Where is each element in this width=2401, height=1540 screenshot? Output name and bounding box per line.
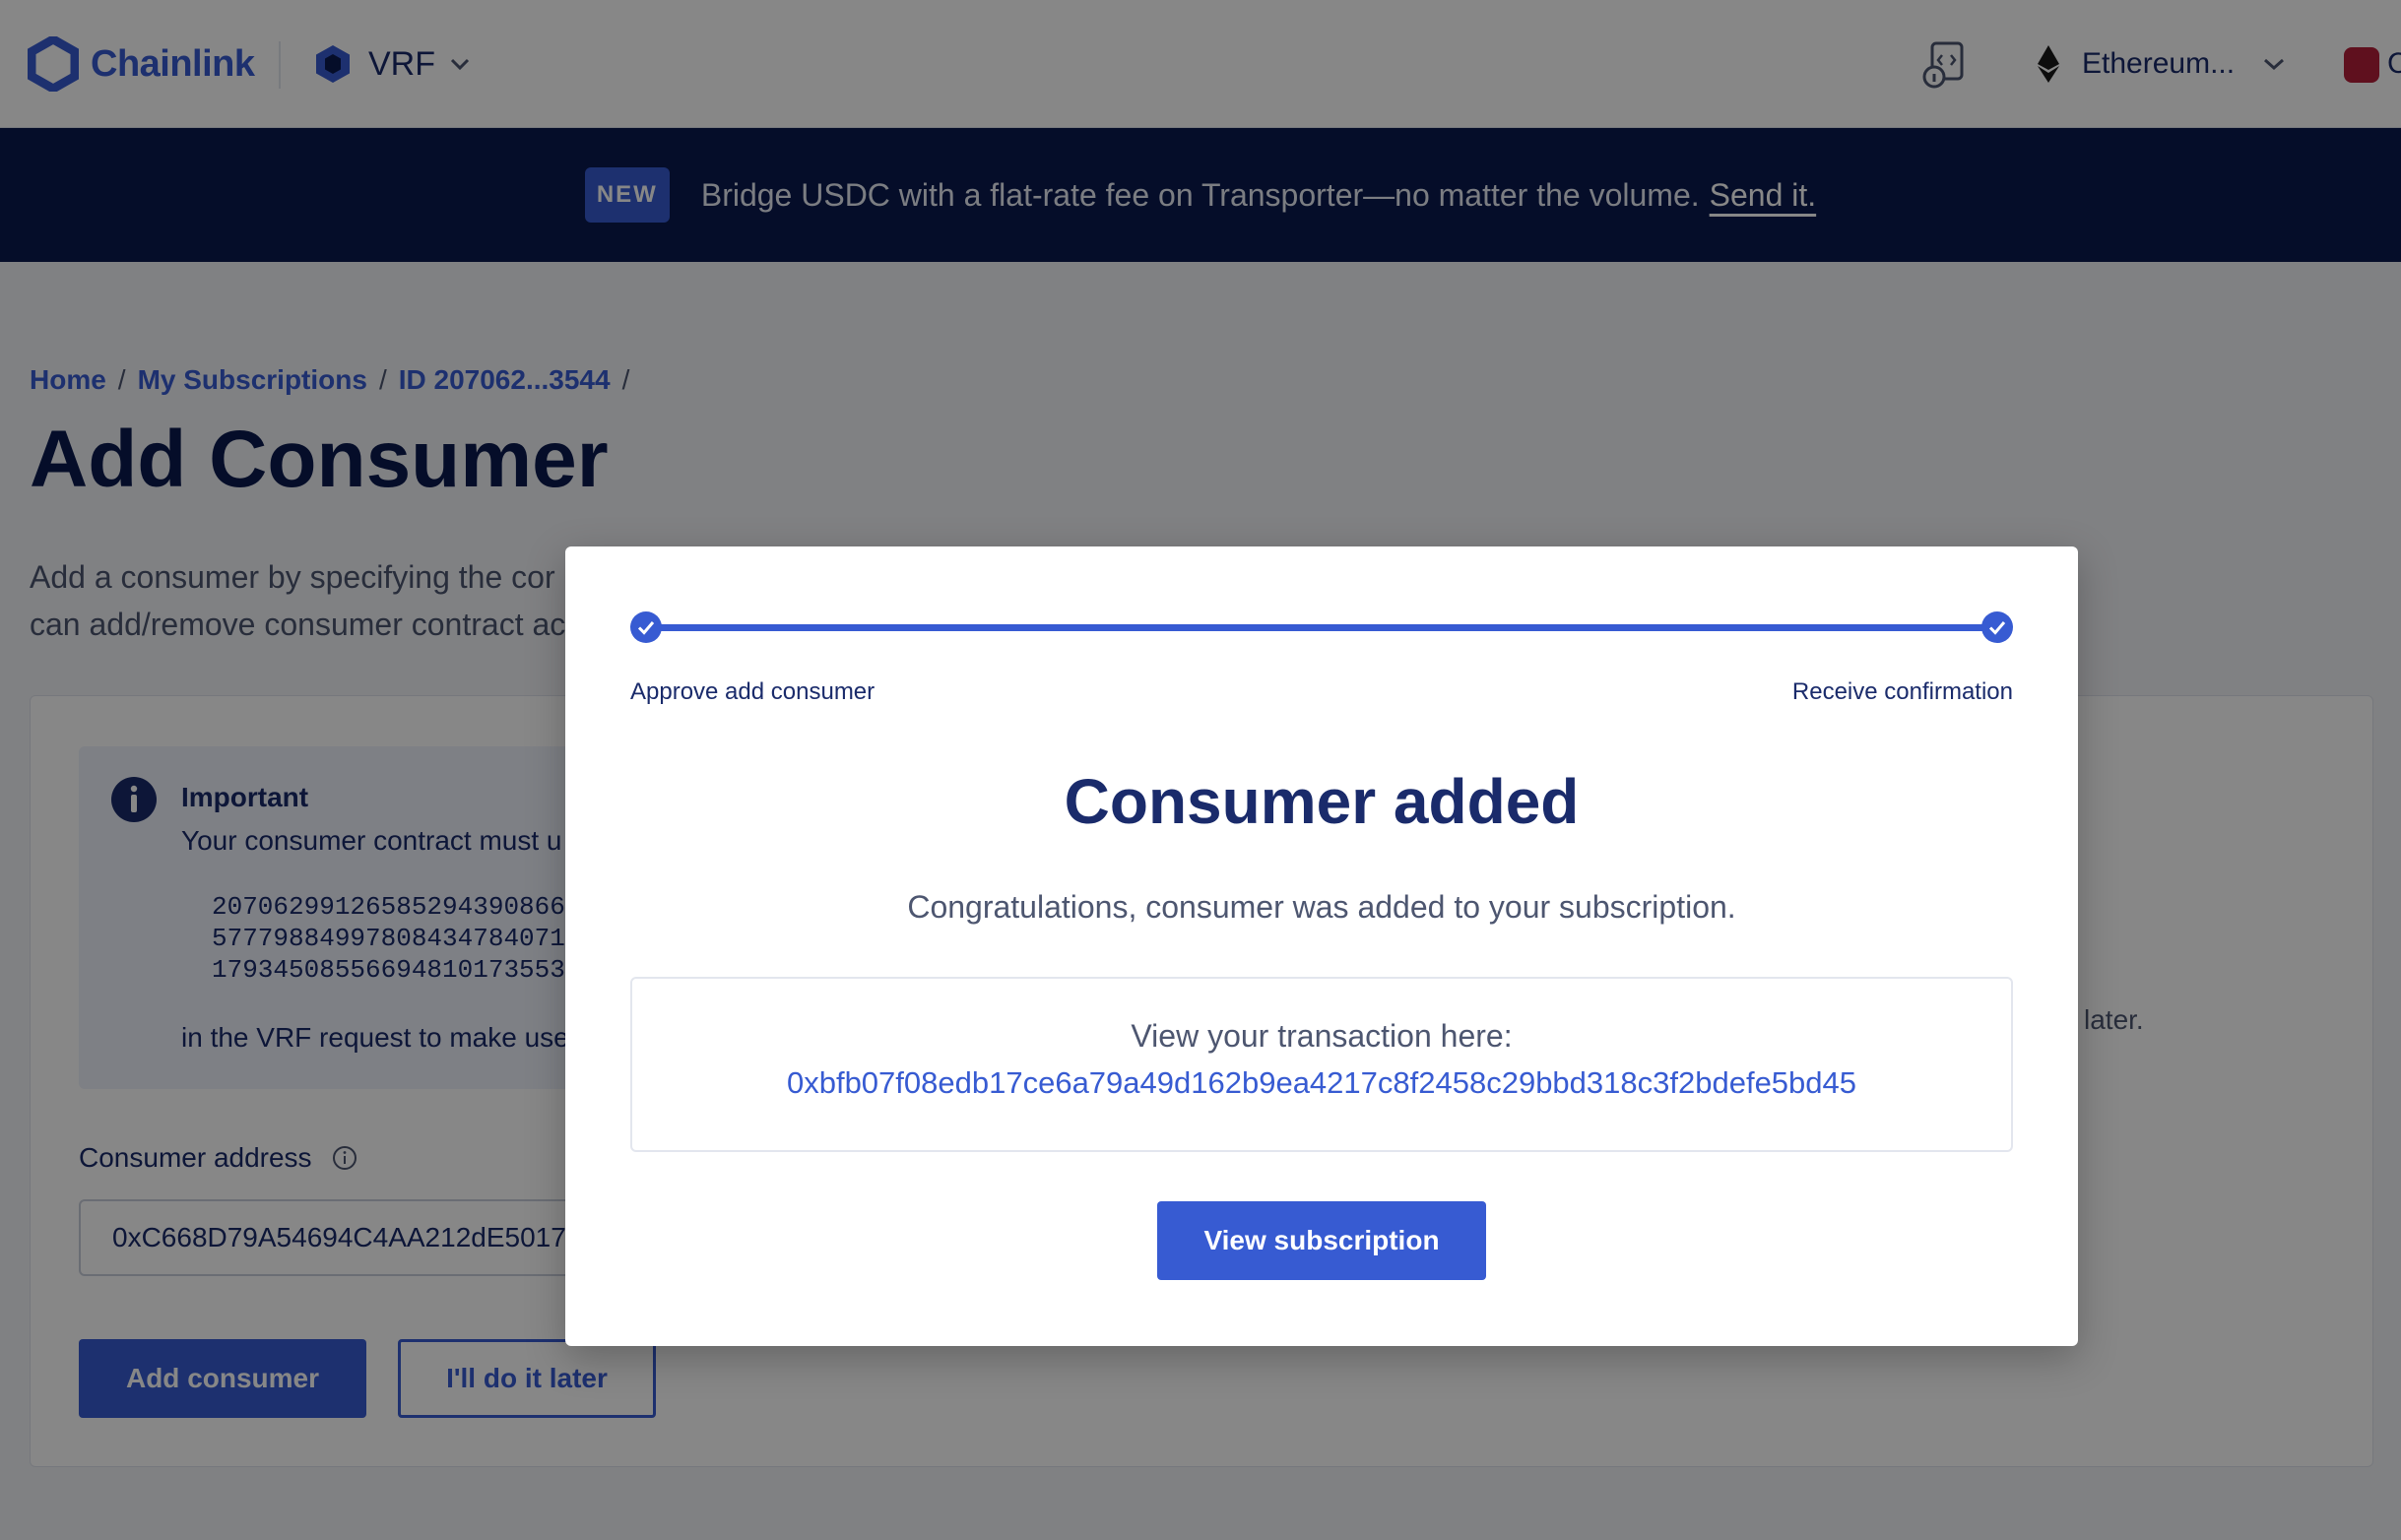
transaction-hash-link[interactable]: 0xbfb07f08edb17ce6a79a49d162b9ea4217c8f2… xyxy=(632,1065,2011,1101)
transaction-label: View your transaction here: xyxy=(1131,1018,1513,1054)
progress-track xyxy=(646,624,1997,631)
step-complete-icon xyxy=(1981,611,2013,643)
step-complete-icon xyxy=(630,611,662,643)
step-label-approve: Approve add consumer xyxy=(630,678,876,705)
view-subscription-button[interactable]: View subscription xyxy=(1157,1201,1486,1280)
transaction-box: View your transaction here: 0xbfb07f08ed… xyxy=(630,977,2013,1152)
dialog-title: Consumer added xyxy=(1064,766,1580,837)
checkmark-icon xyxy=(637,621,655,635)
step-label-confirmation: Receive confirmation xyxy=(1791,678,2013,705)
dialog-subtitle: Congratulations, consumer was added to y… xyxy=(907,889,1736,925)
checkmark-icon xyxy=(1988,621,2006,635)
consumer-added-dialog: Approve add consumer Receive confirmatio… xyxy=(565,546,2078,1346)
